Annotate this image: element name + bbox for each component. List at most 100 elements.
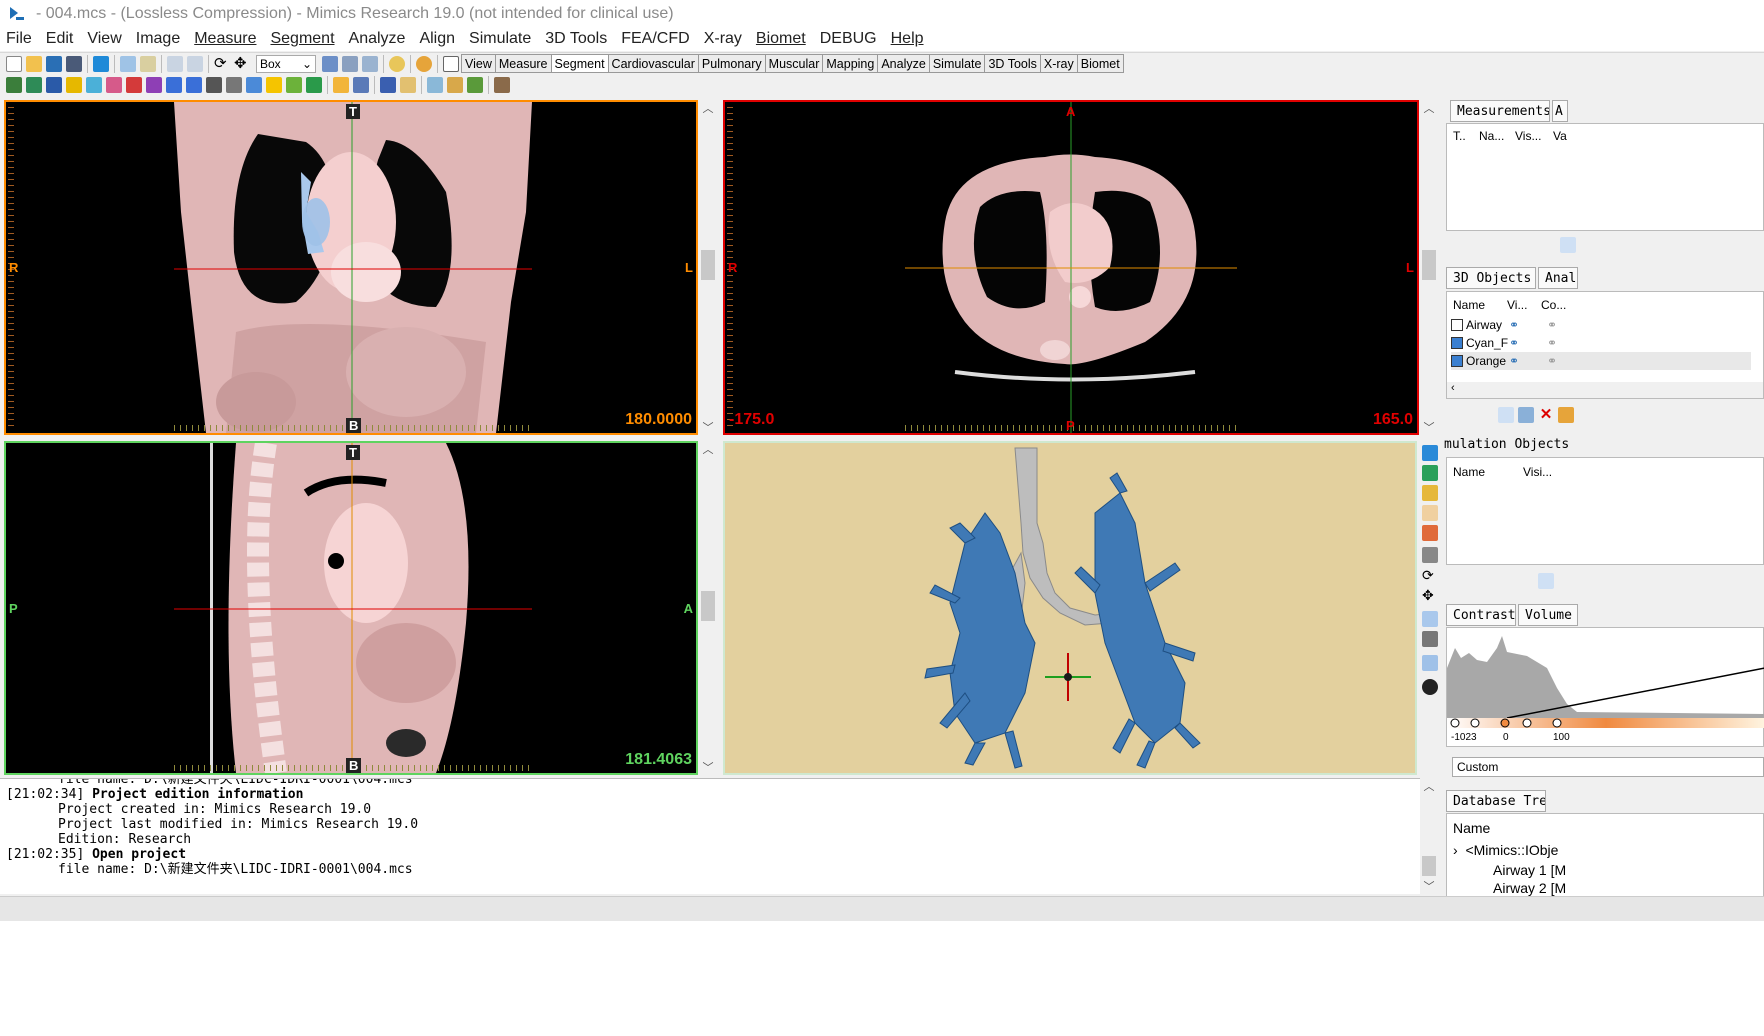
glasses-icon[interactable]: ⚭ xyxy=(1509,354,1519,368)
log-scrollbar[interactable]: ︿ ﹀ xyxy=(1420,778,1438,894)
axes-icon[interactable] xyxy=(1422,655,1438,671)
edit-mask-icon[interactable] xyxy=(206,77,222,93)
menu-align[interactable]: Align xyxy=(419,30,455,48)
wrap-icon[interactable] xyxy=(306,77,322,93)
tree-item[interactable]: Airway 2 [M xyxy=(1493,880,1566,896)
vessel-icon[interactable] xyxy=(447,77,463,93)
glasses-icon[interactable]: ⚭ xyxy=(1509,336,1519,350)
scroll-thumb[interactable] xyxy=(701,591,715,621)
menu-edit[interactable]: Edit xyxy=(46,30,74,48)
crop-mask-icon[interactable] xyxy=(46,77,62,93)
sagittal-scrollbar[interactable]: ︿ ﹀ xyxy=(699,441,717,775)
tab-3d-objects[interactable]: 3D Objects xyxy=(1446,267,1536,289)
menu-segment[interactable]: Segment xyxy=(270,30,334,48)
tab-simulate[interactable]: Simulate xyxy=(928,54,986,73)
interpolate-icon[interactable] xyxy=(266,77,282,93)
new-object-icon[interactable] xyxy=(1498,407,1514,423)
glasses-off-icon[interactable]: ⚭ xyxy=(1547,318,1557,332)
col-header-contour[interactable]: Co... xyxy=(1541,298,1566,312)
boolean-icon[interactable] xyxy=(126,77,142,93)
centerline-icon[interactable] xyxy=(467,77,483,93)
tree-item[interactable]: Airway 1 [M xyxy=(1493,862,1566,878)
tab-volume[interactable]: Volume xyxy=(1518,604,1578,626)
tab-measurements[interactable]: Measurements xyxy=(1450,100,1550,122)
glasses-icon[interactable]: ⚭ xyxy=(1509,318,1519,332)
tree-item[interactable]: › <Mimics::IObje xyxy=(1453,842,1558,858)
scroll-up-icon[interactable]: ︿ xyxy=(699,441,717,457)
airway-icon[interactable] xyxy=(427,77,443,93)
3d-view-side-icon[interactable] xyxy=(1422,465,1438,481)
col-header-visible[interactable]: Vi... xyxy=(1507,298,1527,312)
tab-biomet[interactable]: Biomet xyxy=(1076,54,1124,73)
menu-measure[interactable]: Measure xyxy=(194,30,256,48)
paste-icon[interactable] xyxy=(140,55,156,72)
zoom-region-icon[interactable] xyxy=(342,55,358,72)
color-icon[interactable] xyxy=(1422,525,1438,541)
tab-analyze-objects[interactable]: Anal xyxy=(1538,267,1578,289)
scroll-down-icon[interactable]: ﹀ xyxy=(699,759,717,775)
rotate-icon[interactable]: ⟳ xyxy=(1422,567,1438,583)
pan-icon[interactable]: ✥ xyxy=(234,55,250,72)
tab-cardiovascular[interactable]: Cardiovascular xyxy=(607,54,699,73)
redo-icon[interactable] xyxy=(187,55,203,72)
tab-x-ray[interactable]: X-ray xyxy=(1039,54,1078,73)
contrast-icon[interactable] xyxy=(1422,679,1438,695)
menu-view[interactable]: View xyxy=(87,30,121,48)
menu-fea-cfd[interactable]: FEA/CFD xyxy=(621,30,689,48)
menu-analyze[interactable]: Analyze xyxy=(349,30,406,48)
new-measurement-icon[interactable] xyxy=(1560,237,1576,253)
smart-fill-icon[interactable] xyxy=(186,77,202,93)
profile-line-icon[interactable] xyxy=(6,77,22,93)
calculate-3d-icon[interactable] xyxy=(286,77,302,93)
scroll-thumb[interactable] xyxy=(701,250,715,280)
rotate-icon[interactable]: ⟳ xyxy=(214,55,230,72)
scroll-down-icon[interactable]: ﹀ xyxy=(699,419,717,435)
split-mask-icon[interactable] xyxy=(166,77,182,93)
morphology-icon[interactable] xyxy=(106,77,122,93)
3d-view-front-icon[interactable] xyxy=(1422,445,1438,461)
contrast-preset-select[interactable]: Custom xyxy=(1452,757,1764,777)
threshold-icon[interactable] xyxy=(26,77,42,93)
menu-help[interactable]: Help xyxy=(891,30,924,48)
crosshair-icon[interactable] xyxy=(1422,611,1438,627)
scroll-thumb[interactable] xyxy=(1422,250,1436,280)
layers-icon[interactable] xyxy=(333,77,349,93)
tab-3d-tools[interactable]: 3D Tools xyxy=(984,54,1041,73)
visibility-icon[interactable] xyxy=(1422,631,1438,647)
col-header-visible[interactable]: Visi... xyxy=(1523,465,1552,479)
glasses-off-icon[interactable]: ⚭ xyxy=(1547,354,1557,368)
dynamic-region-icon[interactable] xyxy=(86,77,102,93)
tab-view[interactable]: View xyxy=(461,54,496,73)
duplicate-object-icon[interactable] xyxy=(1518,407,1534,423)
axial-view[interactable]: A P R L -175.0 165.0 xyxy=(723,100,1419,435)
grid-icon[interactable] xyxy=(1422,505,1438,521)
list-item[interactable]: Airway ⚭ ⚭ xyxy=(1451,316,1751,334)
col-header-value[interactable]: Va xyxy=(1553,129,1567,143)
menu-image[interactable]: Image xyxy=(136,30,180,48)
panel-toggle-icon[interactable] xyxy=(443,55,459,72)
chevron-right-icon[interactable]: › xyxy=(1453,842,1458,858)
tab-contrast[interactable]: Contrast xyxy=(1446,604,1516,626)
3d-view-cube-icon[interactable] xyxy=(1422,485,1438,501)
sagittal-view[interactable]: T B P A 181.4063 xyxy=(4,441,698,775)
tab-mapping[interactable]: Mapping xyxy=(822,54,879,73)
scroll-up-icon[interactable]: ︿ xyxy=(1420,778,1438,794)
col-header-type[interactable]: T.. xyxy=(1453,129,1466,143)
eye-icon[interactable] xyxy=(1422,547,1438,563)
menu-x-ray[interactable]: X-ray xyxy=(704,30,742,48)
col-header-name[interactable]: Name xyxy=(1453,820,1490,836)
delete-icon[interactable]: ✕ xyxy=(1538,407,1554,423)
tab-muscular[interactable]: Muscular xyxy=(764,54,824,73)
export-icon[interactable] xyxy=(353,77,369,93)
help-icon[interactable] xyxy=(416,55,432,72)
new-simulation-object-icon[interactable] xyxy=(1538,573,1554,589)
scroll-down-icon[interactable]: ﹀ xyxy=(1420,878,1438,894)
properties-icon[interactable] xyxy=(1558,407,1574,423)
scroll-down-icon[interactable]: ﹀ xyxy=(1420,419,1438,435)
person-icon[interactable] xyxy=(494,77,510,93)
label-icon[interactable] xyxy=(400,77,416,93)
col-header-name[interactable]: Name xyxy=(1453,298,1485,312)
horizontal-scrollbar[interactable]: ‹ xyxy=(1447,382,1763,398)
scroll-thumb[interactable] xyxy=(1422,856,1436,876)
menu-file[interactable]: File xyxy=(6,30,32,48)
